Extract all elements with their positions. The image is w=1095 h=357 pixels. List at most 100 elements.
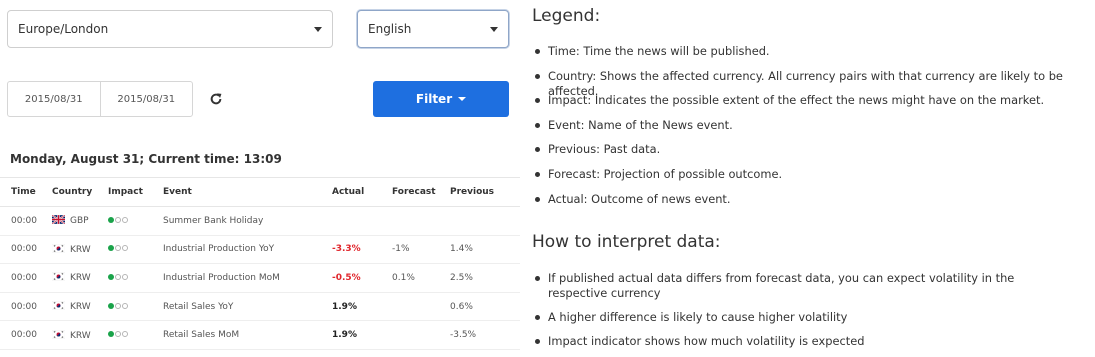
row-country: KRW xyxy=(52,235,108,265)
row-currency: KRW xyxy=(70,330,91,341)
header-forecast: Forecast xyxy=(392,177,450,207)
chevron-down-icon xyxy=(458,97,467,101)
legend-panel: Legend: Time: Time the news will be publ… xyxy=(532,0,1095,357)
header-actual: Actual xyxy=(332,177,392,207)
interpret-list: If published actual data differs from fo… xyxy=(532,271,1062,357)
south-korea-flag-icon xyxy=(52,272,65,282)
row-event: Retail Sales YoY xyxy=(163,292,332,322)
header-country: Country xyxy=(52,177,108,207)
impact-dot xyxy=(108,331,114,338)
row-currency: KRW xyxy=(70,273,91,284)
interpret-item: A higher difference is likely to cause h… xyxy=(532,310,1062,325)
date-from-input[interactable]: 2015/08/31 xyxy=(8,82,100,116)
row-actual xyxy=(332,206,392,236)
legend-item: Forecast: Projection of possible outcome… xyxy=(532,167,1095,192)
row-actual: -3.3% xyxy=(332,235,392,265)
table-row[interactable]: 00:00 KRW Retail Sales YoY 1.9% 0.6% xyxy=(0,292,520,322)
chevron-down-icon xyxy=(314,27,322,32)
impact-dot xyxy=(108,245,114,252)
uk-flag-icon xyxy=(52,215,65,225)
row-previous: -3.5% xyxy=(450,320,520,350)
refresh-icon[interactable] xyxy=(209,92,223,106)
current-time: Monday, August 31; Current time: 13:09 xyxy=(10,152,282,166)
table-row[interactable]: 00:00 KRW Retail Sales MoM 1.9% -3.5% xyxy=(0,320,520,350)
impact-dot xyxy=(115,216,121,223)
row-currency: GBP xyxy=(70,216,89,227)
row-country: KRW xyxy=(52,292,108,322)
row-previous: 1.4% xyxy=(450,235,520,265)
row-event: Industrial Production YoY xyxy=(163,235,332,265)
row-currency: KRW xyxy=(70,244,91,255)
chevron-down-icon xyxy=(490,27,498,32)
impact-dot xyxy=(122,273,128,280)
row-previous: 2.5% xyxy=(450,263,520,293)
row-currency: KRW xyxy=(70,302,91,313)
row-previous xyxy=(450,206,520,236)
impact-dot xyxy=(115,245,121,252)
header-impact: Impact xyxy=(108,177,163,207)
legend-title: Legend: xyxy=(532,6,601,26)
impact-dot xyxy=(115,273,121,280)
row-time: 00:00 xyxy=(0,235,52,265)
south-korea-flag-icon xyxy=(52,301,65,311)
interpret-title: How to interpret data: xyxy=(532,232,721,252)
impact-dot xyxy=(115,302,121,309)
row-forecast xyxy=(392,292,450,322)
table-row[interactable]: 00:00 KRW Industrial Production MoM -0.5% 0.… xyxy=(0,263,520,293)
legend-item: Impact: Indicates the possible extent of… xyxy=(532,93,1095,118)
row-country: GBP xyxy=(52,206,108,236)
impact-dot xyxy=(122,216,128,223)
impact-dot xyxy=(108,302,114,309)
row-actual: 1.9% xyxy=(332,320,392,350)
language-value: English xyxy=(368,22,412,36)
row-event: Industrial Production MoM xyxy=(163,263,332,293)
row-time: 00:00 xyxy=(0,263,52,293)
row-impact xyxy=(108,320,163,350)
row-actual: -0.5% xyxy=(332,263,392,293)
timezone-value: Europe/London xyxy=(18,22,109,36)
legend-item: Event: Name of the News event. xyxy=(532,118,1095,143)
row-forecast: -1% xyxy=(392,235,450,265)
interpret-item: Impact indicator shows how much volatili… xyxy=(532,334,1062,349)
legend-item: Actual: Outcome of news event. xyxy=(532,192,1095,217)
impact-dot xyxy=(122,245,128,252)
impact-dot xyxy=(122,302,128,309)
header-previous: Previous xyxy=(450,177,520,207)
timezone-select[interactable]: Europe/London xyxy=(7,10,333,48)
south-korea-flag-icon xyxy=(52,243,65,253)
impact-dot xyxy=(108,216,114,223)
row-actual: 1.9% xyxy=(332,292,392,322)
row-impact xyxy=(108,292,163,322)
south-korea-flag-icon xyxy=(52,329,65,339)
row-forecast xyxy=(392,206,450,236)
impact-dot xyxy=(108,273,114,280)
filter-button[interactable]: Filter xyxy=(373,81,509,117)
table-header-row: Time Country Impact Event Actual Forecas… xyxy=(0,177,520,207)
language-select[interactable]: English xyxy=(357,10,509,48)
row-time: 00:00 xyxy=(0,320,52,350)
row-forecast xyxy=(392,320,450,350)
legend-item: Previous: Past data. xyxy=(532,142,1095,167)
date-to-input[interactable]: 2015/08/31 xyxy=(99,82,193,116)
calendar-panel: Europe/London English 2015/08/31 2015/08… xyxy=(0,0,520,357)
row-time: 00:00 xyxy=(0,292,52,322)
row-impact xyxy=(108,206,163,236)
interpret-item: If published actual data differs from fo… xyxy=(532,271,1062,301)
header-event: Event xyxy=(163,177,332,207)
row-impact xyxy=(108,235,163,265)
date-range: 2015/08/31 2015/08/31 xyxy=(7,81,193,117)
filter-button-label: Filter xyxy=(415,92,453,106)
row-country: KRW xyxy=(52,263,108,293)
table-row[interactable]: 00:00 KRW Industrial Production YoY -3.3% -1… xyxy=(0,235,520,265)
row-forecast: 0.1% xyxy=(392,263,450,293)
events-table: Time Country Impact Event Actual Forecas… xyxy=(0,177,520,350)
legend-item: Time: Time the news will be published. xyxy=(532,44,1095,69)
legend-list: Time: Time the news will be published. Co… xyxy=(532,44,1095,216)
header-time: Time xyxy=(0,177,52,207)
table-row[interactable]: 00:00 GBP Summer Bank Holiday xyxy=(0,206,520,236)
impact-dot xyxy=(122,331,128,338)
row-previous: 0.6% xyxy=(450,292,520,322)
legend-item: Country: Shows the affected currency. Al… xyxy=(532,69,1095,98)
row-event: Summer Bank Holiday xyxy=(163,206,332,236)
row-impact xyxy=(108,263,163,293)
